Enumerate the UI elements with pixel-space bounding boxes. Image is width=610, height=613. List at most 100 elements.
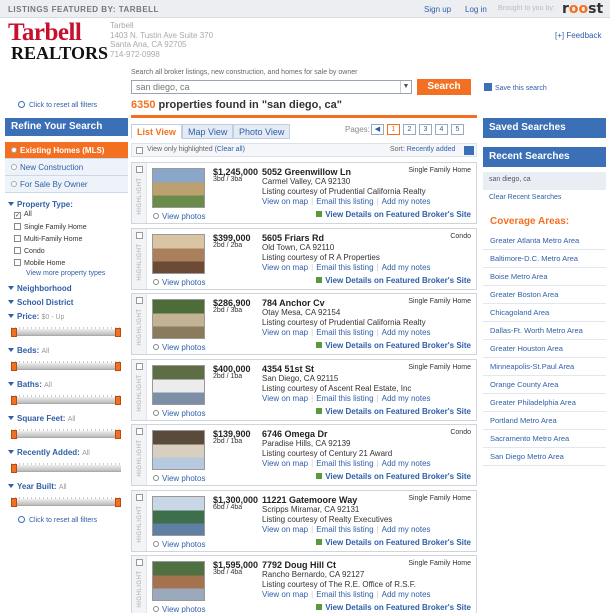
highlight-checkbox[interactable]	[136, 362, 143, 370]
listing-card[interactable]: HIGHLIGHT View photos $139,900 2bd / 1ba 674…	[131, 424, 477, 486]
featured-broker-link[interactable]: View Details on Featured Broker's Site	[316, 407, 471, 416]
view-photos-link[interactable]: View photos	[153, 212, 205, 221]
sort-control[interactable]: Sort: Recently added	[390, 146, 455, 153]
beds-slider[interactable]	[11, 361, 121, 371]
baths-heading[interactable]: Baths: All	[8, 380, 52, 389]
slider-min-handle[interactable]	[11, 362, 17, 371]
highlight-checkbox[interactable]	[136, 493, 143, 501]
price-heading[interactable]: Price: $0 - Up	[8, 312, 64, 321]
square-feet-slider[interactable]	[11, 429, 121, 439]
listing-card[interactable]: HIGHLIGHT View photos $1,300,000 6bd / 4ba 1…	[131, 489, 477, 552]
signup-link[interactable]: Sign up	[424, 5, 451, 14]
slider-max-handle[interactable]	[115, 328, 121, 337]
add-notes-link[interactable]: Add my notes	[382, 263, 431, 272]
neighborhood-heading[interactable]: Neighborhood	[8, 284, 72, 293]
view-photos-link[interactable]: View photos	[153, 343, 205, 352]
recently-added-heading[interactable]: Recently Added: All	[8, 448, 90, 457]
coverage-area-link[interactable]: Greater Houston Area	[483, 340, 606, 358]
slider-max-handle[interactable]	[115, 396, 121, 405]
coverage-area-link[interactable]: Greater Atlanta Metro Area	[483, 232, 606, 250]
listing-photo[interactable]	[152, 364, 205, 405]
featured-broker-link[interactable]: View Details on Featured Broker's Site	[316, 210, 471, 219]
ptype-single-family[interactable]: Single Family Home	[14, 223, 87, 231]
view-on-map-link[interactable]: View on map	[262, 525, 308, 534]
property-type-heading[interactable]: Property Type:	[8, 200, 73, 209]
listing-card[interactable]: HIGHLIGHT View photos $400,000 2bd / 1ba 435…	[131, 358, 477, 421]
price-slider[interactable]	[11, 327, 121, 337]
coverage-area-link[interactable]: Greater Philadelphia Area	[483, 394, 606, 412]
save-search-link[interactable]: Save this search	[484, 83, 547, 92]
email-listing-link[interactable]: Email this listing	[316, 525, 373, 534]
year-built-heading[interactable]: Year Built: All	[8, 482, 67, 491]
view-on-map-link[interactable]: View on map	[262, 459, 308, 468]
listing-address-link[interactable]: 5052 Greenwillow Ln	[262, 167, 351, 177]
clear-all-link[interactable]: (Clear all)	[215, 146, 245, 153]
slider-max-handle[interactable]	[115, 362, 121, 371]
listing-card[interactable]: HIGHLIGHT View photos $399,000 2bd / 2ba 560…	[131, 227, 477, 290]
highlight-checkbox[interactable]	[136, 231, 143, 239]
saved-searches-heading[interactable]: Saved Searches	[483, 118, 606, 138]
option-new-construction[interactable]: New Construction	[5, 159, 128, 176]
highlight-checkbox[interactable]	[136, 559, 143, 566]
baths-slider[interactable]	[11, 395, 121, 405]
listing-address-link[interactable]: 7792 Doug Hill Ct	[262, 560, 336, 570]
listing-address-link[interactable]: 784 Anchor Cv	[262, 298, 325, 308]
slider-max-handle[interactable]	[115, 430, 121, 439]
page-1[interactable]: 1	[387, 124, 400, 135]
coverage-area-link[interactable]: Portland Metro Area	[483, 412, 606, 430]
roost-logo[interactable]: roost	[562, 1, 603, 17]
slider-min-handle[interactable]	[11, 498, 17, 507]
listing-photo[interactable]	[152, 299, 205, 339]
prev-page-icon[interactable]: ◀	[371, 124, 384, 135]
view-on-map-link[interactable]: View on map	[262, 328, 308, 337]
coverage-area-link[interactable]: Boise Metro Area	[483, 268, 606, 286]
tab-photo-view[interactable]: Photo View	[233, 124, 291, 139]
sort-dropdown-icon[interactable]	[464, 146, 474, 155]
listing-card[interactable]: HIGHLIGHT View photos $286,900 2bd / 3ba 784…	[131, 293, 477, 355]
featured-broker-link[interactable]: View Details on Featured Broker's Site	[316, 472, 471, 481]
year-built-slider[interactable]	[11, 497, 121, 507]
ptype-all[interactable]: ✓ All	[14, 211, 32, 219]
feedback-link[interactable]: [+] Feedback	[555, 31, 601, 40]
add-notes-link[interactable]: Add my notes	[382, 459, 431, 468]
featured-broker-link[interactable]: View Details on Featured Broker's Site	[316, 276, 471, 285]
recent-search-item[interactable]: san diego, ca	[483, 172, 606, 190]
recent-searches-heading[interactable]: Recent Searches	[483, 147, 606, 167]
coverage-area-link[interactable]: Greater Boston Area	[483, 286, 606, 304]
featured-broker-link[interactable]: View Details on Featured Broker's Site	[316, 538, 471, 547]
ptype-mobile-home[interactable]: Mobile Home	[14, 259, 65, 267]
coverage-area-link[interactable]: Orange County Area	[483, 376, 606, 394]
sort-value[interactable]: Recently added	[407, 146, 456, 153]
option-existing-homes[interactable]: Existing Homes (MLS)	[5, 142, 128, 159]
beds-heading[interactable]: Beds: All	[8, 346, 49, 355]
coverage-area-link[interactable]: Dallas-Ft. Worth Metro Area	[483, 322, 606, 340]
add-notes-link[interactable]: Add my notes	[382, 525, 431, 534]
square-feet-heading[interactable]: Square Feet: All	[8, 414, 75, 423]
tarbell-logo[interactable]: Tarbell	[8, 20, 82, 45]
slider-min-handle[interactable]	[11, 328, 17, 337]
slider-handle[interactable]	[11, 464, 17, 473]
more-property-types-link[interactable]: View more property types	[26, 270, 105, 277]
highlight-checkbox[interactable]	[136, 297, 143, 304]
tab-map-view[interactable]: Map View	[182, 124, 234, 139]
featured-broker-link[interactable]: View Details on Featured Broker's Site	[316, 603, 471, 612]
email-listing-link[interactable]: Email this listing	[316, 328, 373, 337]
add-notes-link[interactable]: Add my notes	[382, 590, 431, 599]
view-photos-link[interactable]: View photos	[153, 605, 205, 613]
view-on-map-link[interactable]: View on map	[262, 394, 308, 403]
view-on-map-link[interactable]: View on map	[262, 263, 308, 272]
view-photos-link[interactable]: View photos	[153, 278, 205, 287]
page-4[interactable]: 4	[435, 124, 448, 135]
view-photos-link[interactable]: View photos	[153, 474, 205, 483]
school-district-heading[interactable]: School District	[8, 298, 73, 307]
view-on-map-link[interactable]: View on map	[262, 197, 308, 206]
add-notes-link[interactable]: Add my notes	[382, 328, 431, 337]
coverage-area-link[interactable]: San Diego Metro Area	[483, 448, 606, 466]
featured-broker-link[interactable]: View Details on Featured Broker's Site	[316, 341, 471, 350]
listing-photo[interactable]	[152, 233, 205, 274]
email-listing-link[interactable]: Email this listing	[316, 263, 373, 272]
page-5[interactable]: 5	[451, 124, 464, 135]
page-2[interactable]: 2	[403, 124, 416, 135]
view-photos-link[interactable]: View photos	[153, 409, 205, 418]
listing-photo[interactable]	[152, 168, 205, 208]
